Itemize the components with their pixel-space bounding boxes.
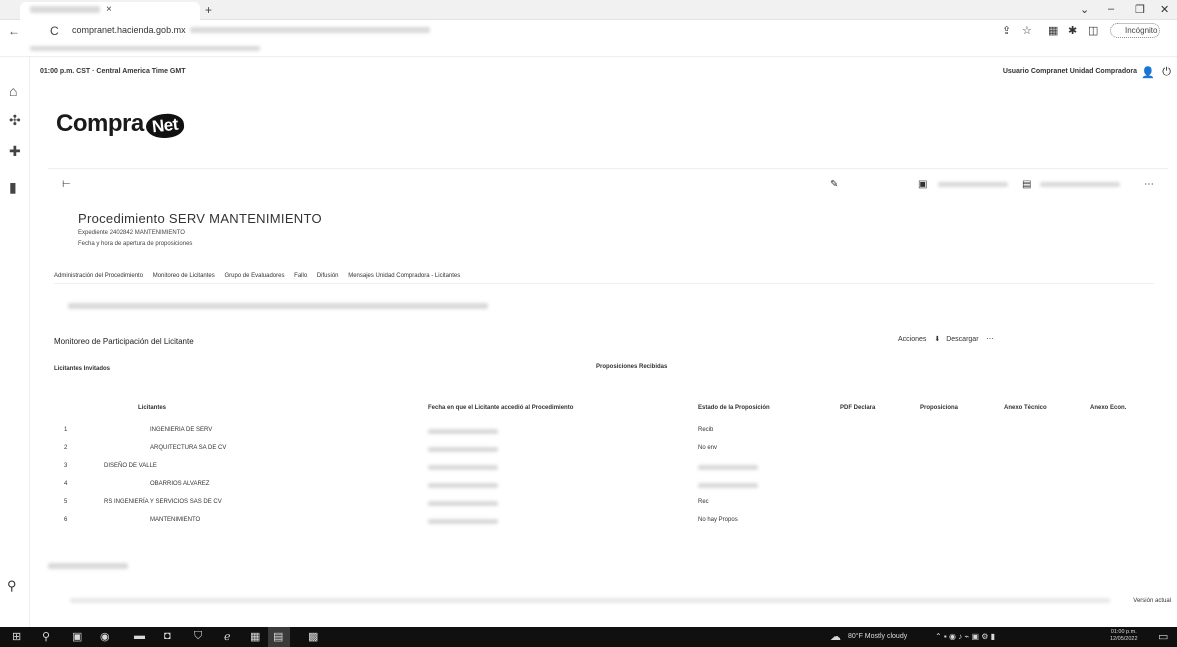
tab-search-icon[interactable]: ⌄ bbox=[1080, 3, 1089, 16]
taskbar-search-icon[interactable]: ⚲ bbox=[42, 630, 50, 643]
notifications-icon[interactable]: ▭ bbox=[1158, 630, 1168, 643]
tab-title bbox=[30, 6, 100, 13]
app-icon[interactable]: ▩ bbox=[308, 630, 318, 643]
col-pdf[interactable]: PDF Declara bbox=[840, 405, 875, 411]
invited-bidders-label: Licitantes Invitados bbox=[54, 366, 111, 372]
bidders-table: Licitantes Fecha en que el Licitante acc… bbox=[54, 403, 1154, 533]
table-row[interactable]: 1 INGENIERIA DE SERV Recib bbox=[54, 425, 1154, 443]
sidepanel-icon[interactable]: ◫ bbox=[1088, 24, 1098, 37]
col-anexo-economico[interactable]: Anexo Econ. bbox=[1090, 405, 1126, 411]
bookmarks-bar bbox=[0, 42, 1177, 57]
col-licitantes[interactable]: Licitantes bbox=[138, 405, 166, 411]
card-toolbar: ⊢ ✎ ▣ ▤ ⋯ bbox=[62, 179, 1162, 193]
tab-difusion[interactable]: Difusión bbox=[317, 273, 339, 279]
maximize-icon[interactable]: ❐ bbox=[1135, 3, 1145, 16]
compranet-logo: Compra Net bbox=[56, 110, 185, 140]
tab-monitoreo[interactable]: Monitoreo de Licitantes bbox=[153, 273, 215, 279]
word-icon[interactable]: ▤ bbox=[273, 630, 283, 643]
tray-icons[interactable]: ⌃ ▪ ◉ ♪ ⌁ ▣ ⚙ ▮ bbox=[935, 632, 995, 641]
back-icon[interactable]: ← bbox=[8, 24, 20, 38]
timezone-text: 01:00 p.m. CST · Central America Time GM… bbox=[40, 68, 186, 75]
section-actions: Acciones ⬇ Descargar ⋯ bbox=[898, 335, 999, 343]
procedure-opening-date: Fecha y hora de apertura de proposicione… bbox=[78, 241, 193, 247]
col-anexo-tecnico[interactable]: Anexo Técnico bbox=[1004, 405, 1047, 411]
file-explorer-icon[interactable]: ▬ bbox=[134, 630, 145, 642]
chrome-icon[interactable]: ◉ bbox=[100, 630, 110, 643]
logout-icon[interactable]: ⏻ bbox=[1162, 66, 1171, 79]
new-tab-button[interactable]: + bbox=[205, 3, 212, 17]
shield-icon[interactable]: ⛉ bbox=[194, 630, 202, 643]
col-estado[interactable]: Estado de la Proposición bbox=[698, 405, 770, 411]
calendar-icon[interactable]: ▤ bbox=[1022, 179, 1031, 190]
table-row[interactable]: 6 MANTENIMIENTO No hay Propos bbox=[54, 515, 1154, 533]
taskbar-clock[interactable]: 01:00 p.m. 12/05/2022 bbox=[1110, 629, 1138, 643]
close-window-icon[interactable]: ✕ bbox=[1160, 3, 1169, 16]
task-view-icon[interactable]: ▣ bbox=[72, 630, 82, 643]
procedure-title: Procedimiento SERV MANTENIMIENTO bbox=[78, 211, 322, 226]
user-icon[interactable]: 👤 bbox=[1141, 66, 1155, 79]
weather-text: 80°F Mostly cloudy bbox=[848, 633, 908, 640]
print-icon[interactable]: ▣ bbox=[918, 179, 927, 190]
left-rail: ⌂ ✣ ✚ ▮ bbox=[0, 57, 30, 627]
tab-mensajes[interactable]: Mensajes Unidad Compradora - Licitantes bbox=[348, 273, 460, 279]
download-button[interactable]: Descargar bbox=[946, 336, 978, 343]
table-row[interactable]: 5 RS INGENIERÍA Y SERVICIOS SAS DE CV Re… bbox=[54, 497, 1154, 515]
collapse-icon[interactable]: ⊢ bbox=[62, 179, 71, 190]
home-icon[interactable]: ⌂ bbox=[9, 83, 17, 99]
procedure-tabs: Administración del Procedimiento Monitor… bbox=[54, 273, 468, 279]
pager[interactable] bbox=[48, 563, 128, 569]
network-icon[interactable]: ✣ bbox=[9, 112, 21, 129]
more-options-icon[interactable]: ⋯ bbox=[1144, 179, 1154, 190]
document-icon[interactable]: ▮ bbox=[9, 179, 17, 196]
procedure-card: ⊢ ✎ ▣ ▤ ⋯ Procedimiento SERV MANTENIMIEN… bbox=[48, 168, 1168, 583]
browser-tab-strip: × + ⌄ – ❐ ✕ bbox=[0, 0, 1177, 20]
browser-tab[interactable]: × bbox=[20, 2, 200, 20]
table-row[interactable]: 2 ARQUITECTURA SA DE CV No env bbox=[54, 443, 1154, 461]
tabs-divider bbox=[54, 283, 1154, 284]
table-row[interactable]: 4 OBARRIOS ALVAREZ bbox=[54, 479, 1154, 497]
user-name: Usuario Compranet Unidad Compradora bbox=[1002, 68, 1137, 75]
table-header: Licitantes Fecha en que el Licitante acc… bbox=[54, 403, 1154, 425]
puzzle-icon[interactable]: ✱ bbox=[1068, 24, 1077, 37]
page-footer bbox=[30, 588, 1177, 616]
edit-icon[interactable]: ✎ bbox=[830, 179, 838, 190]
minimize-icon[interactable]: – bbox=[1108, 3, 1114, 15]
incognito-profile-button[interactable]: Incógnito bbox=[1110, 23, 1160, 38]
section-title: Monitoreo de Participación del Licitante bbox=[54, 337, 194, 346]
address-bar-row: ← C compranet.hacienda.gob.mx ⇪ ☆ ▦ ✱ ◫ … bbox=[0, 20, 1177, 42]
tab-administracion[interactable]: Administración del Procedimiento bbox=[54, 273, 143, 279]
section-more-icon[interactable]: ⋯ bbox=[986, 336, 993, 343]
url-field[interactable]: compranet.hacienda.gob.mx bbox=[72, 25, 186, 35]
tab-fallo[interactable]: Fallo bbox=[294, 273, 307, 279]
bookmark-star-icon[interactable]: ☆ bbox=[1022, 24, 1032, 37]
share-icon[interactable]: ⇪ bbox=[1002, 24, 1011, 37]
search-icon[interactable]: ⚲ bbox=[7, 578, 17, 594]
table-row[interactable]: 3 DISEÑO DE VALLE bbox=[54, 461, 1154, 479]
received-proposals-label: Proposiciones Recibidas bbox=[596, 364, 668, 370]
tools-icon[interactable]: ✚ bbox=[9, 143, 21, 160]
reload-icon[interactable]: C bbox=[50, 24, 59, 38]
edge-icon[interactable]: ℯ bbox=[224, 630, 231, 643]
extensions-icon[interactable]: ▦ bbox=[1048, 24, 1058, 37]
procedure-file-number: Expediente 2402842 MANTENIMIENTO bbox=[78, 230, 185, 236]
teams-icon[interactable]: ◘ bbox=[164, 630, 171, 642]
close-tab-icon[interactable]: × bbox=[106, 4, 112, 15]
col-proposicion[interactable]: Proposiciona bbox=[920, 405, 958, 411]
download-icon[interactable]: ⬇ bbox=[934, 336, 940, 343]
windows-taskbar: ⊞ ⚲ ▣ ◉ ▬ ◘ ⛉ ℯ ▦ ▤ ▩ ☁ 80°F Mostly clou… bbox=[0, 627, 1177, 647]
col-fecha-acceso[interactable]: Fecha en que el Licitante accedió al Pro… bbox=[428, 405, 573, 411]
start-icon[interactable]: ⊞ bbox=[12, 630, 21, 643]
version-text: Versión actual bbox=[1133, 598, 1171, 604]
excel-icon[interactable]: ▦ bbox=[250, 630, 260, 643]
app-header: 01:00 p.m. CST · Central America Time GM… bbox=[30, 66, 1177, 84]
actions-button[interactable]: Acciones bbox=[898, 336, 926, 343]
tab-evaluadores[interactable]: Grupo de Evaluadores bbox=[224, 273, 284, 279]
weather-icon: ☁ bbox=[830, 631, 841, 643]
